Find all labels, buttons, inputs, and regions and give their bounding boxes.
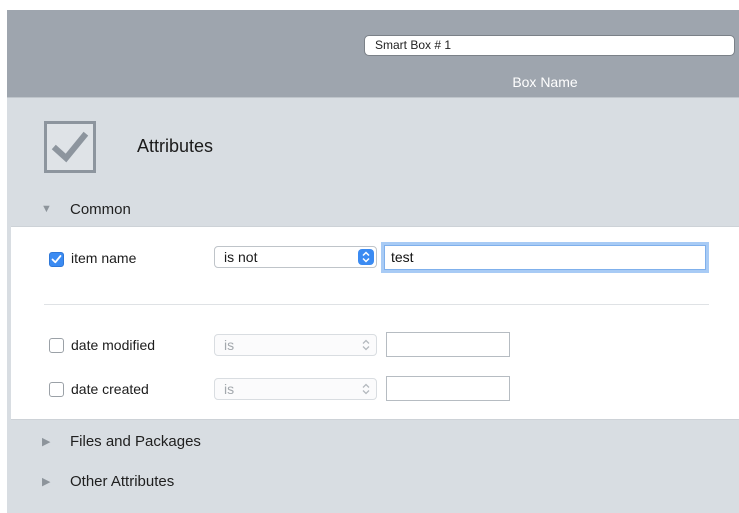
date-modified-operator-value: is — [224, 337, 235, 353]
section-other-attributes[interactable]: Other Attributes — [70, 473, 174, 490]
disclosure-right-icon[interactable]: ▶ — [42, 475, 50, 488]
box-name-label: Box Name — [512, 74, 578, 90]
item-name-label: item name — [71, 250, 137, 266]
box-name-input[interactable]: Smart Box # 1 — [364, 35, 735, 56]
item-name-operator-value: is not — [224, 249, 258, 265]
date-created-checkbox[interactable] — [49, 382, 64, 397]
date-created-label: date created — [71, 381, 149, 397]
checkbox-icon — [44, 121, 96, 173]
item-name-value-input[interactable]: test — [384, 245, 706, 270]
item-name-checkbox[interactable] — [49, 252, 64, 267]
chevron-updown-icon — [358, 249, 374, 265]
date-modified-label: date modified — [71, 337, 156, 353]
item-name-operator-select[interactable]: is not — [214, 246, 377, 268]
header-divider — [7, 97, 739, 98]
chevron-updown-icon — [358, 337, 374, 353]
date-created-operator-value: is — [224, 381, 235, 397]
date-created-operator-select[interactable]: is — [214, 378, 377, 400]
date-modified-operator-select[interactable]: is — [214, 334, 377, 356]
section-files-and-packages[interactable]: Files and Packages — [70, 433, 201, 450]
rules-separator — [44, 304, 709, 305]
chevron-updown-icon — [358, 381, 374, 397]
section-common[interactable]: Common — [70, 201, 131, 218]
date-created-value-input[interactable] — [386, 376, 510, 401]
date-modified-checkbox[interactable] — [49, 338, 64, 353]
header-bar: Smart Box # 1 Box Name — [7, 10, 739, 97]
smart-box-window: Smart Box # 1 Box Name Attributes ▼ Comm… — [7, 10, 739, 513]
disclosure-down-icon[interactable]: ▼ — [41, 203, 52, 215]
date-modified-value-input[interactable] — [386, 332, 510, 357]
disclosure-right-icon[interactable]: ▶ — [42, 435, 50, 448]
attributes-title: Attributes — [137, 136, 214, 156]
